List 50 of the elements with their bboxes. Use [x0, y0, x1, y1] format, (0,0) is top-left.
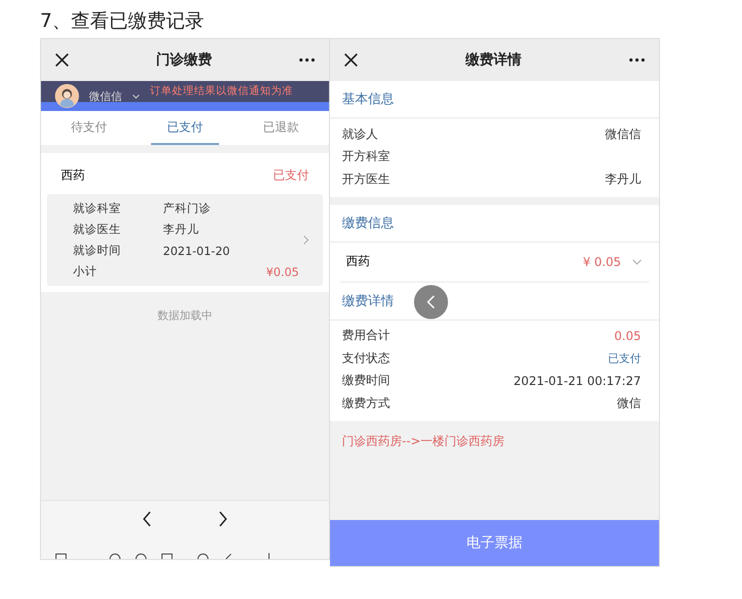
chevron-right-icon	[303, 235, 309, 245]
back-icon[interactable]	[142, 511, 152, 527]
order-card[interactable]: 西药 已支付 就诊科室 产科门诊 就诊医生 李丹儿 就诊时间 2021-01-20 小计 ¥0.05	[41, 153, 329, 292]
forward-icon[interactable]	[218, 511, 228, 527]
field-value: 微信	[617, 394, 641, 412]
section-title: 基本信息	[342, 91, 394, 108]
field-label: 开方医生	[342, 170, 390, 188]
order-name: 西药	[61, 167, 85, 184]
field-value: 产科门诊	[163, 201, 211, 216]
subtotal-value: ¥0.05	[266, 264, 299, 278]
field-value: 2021-01-21 00:17:27	[514, 374, 641, 388]
section-title: 缴费信息	[342, 214, 394, 232]
chevron-down-icon[interactable]	[132, 94, 140, 98]
user-name[interactable]: 微信信	[89, 88, 122, 104]
pharmacy-route: 门诊西药房-->一楼门诊西药房	[342, 434, 505, 448]
field-label: 支付状态	[342, 350, 390, 367]
field-label: 费用合计	[342, 327, 390, 344]
page-title: 门诊缴费	[156, 51, 212, 69]
field-value: 微信信	[605, 126, 641, 143]
field-label: 缴费时间	[342, 372, 390, 390]
close-icon[interactable]	[55, 53, 69, 67]
more-icon[interactable]	[299, 58, 315, 62]
field-value: 0.05	[614, 328, 641, 343]
field-label: 就诊科室	[73, 201, 122, 216]
field-label: 就诊时间	[73, 243, 122, 258]
field-value: 已支付	[608, 350, 641, 366]
close-icon[interactable]	[344, 53, 358, 67]
field-label: 小计	[73, 264, 98, 279]
tab[interactable]: 待支付	[55, 111, 123, 145]
e-receipt-button[interactable]: 电子票据	[330, 520, 659, 566]
field-value: 2021-01-20	[163, 244, 230, 258]
section-title: 缴费详情	[342, 292, 394, 310]
field-label: 缴费方式	[342, 394, 390, 412]
back-icon	[426, 294, 436, 310]
field-label: 就诊人	[342, 126, 378, 143]
more-icon[interactable]	[629, 58, 645, 62]
avatar-icon	[55, 84, 79, 108]
page-title: 缴费详情	[466, 51, 522, 69]
loading-text: 数据加载中	[158, 309, 212, 322]
notice-text: 订单处理结果以微信通知为准	[150, 84, 293, 98]
field-label: 就诊医生	[73, 222, 122, 237]
section-heading: 7、查看已缴费记录	[39, 9, 206, 34]
field-label: 开方科室	[342, 148, 390, 166]
back-button[interactable]	[414, 284, 448, 318]
payment-item[interactable]: 西药 ¥ 0.05	[340, 242, 649, 282]
order-status: 已支付	[273, 167, 309, 184]
field-value: 李丹儿	[163, 222, 199, 237]
field-value: 李丹儿	[605, 170, 641, 188]
tab[interactable]: 已支付	[151, 111, 219, 145]
tab[interactable]: 已退款	[247, 111, 315, 145]
